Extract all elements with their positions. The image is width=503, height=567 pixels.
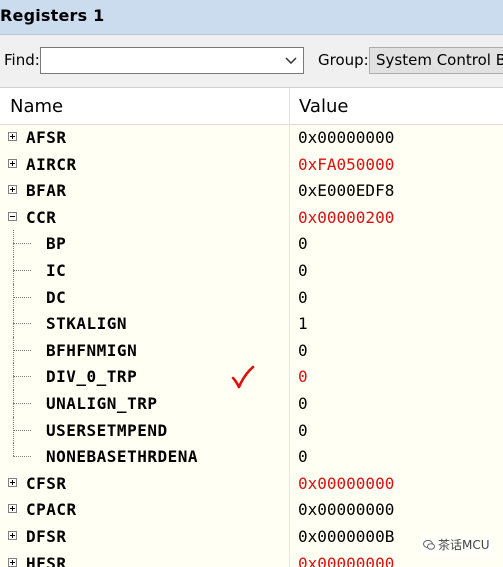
group-label: Group: [318, 51, 369, 69]
tree-connector-line [13, 269, 31, 271]
bitfield-name: DC [46, 287, 67, 307]
register-name: CCR [26, 207, 57, 227]
window-titlebar: Registers 1 [0, 0, 503, 35]
register-grid: Name Value AFSR 0x00000000 AIRCR 0xFA050000… [0, 88, 503, 567]
expand-toggle-icon[interactable] [8, 185, 17, 195]
register-row[interactable]: CCR 0x00000200 [0, 204, 503, 231]
column-header-name[interactable]: Name [10, 96, 63, 117]
register-value[interactable]: 0xE000EDF8 [298, 181, 394, 200]
register-row[interactable]: DC 0 [0, 283, 503, 311]
watermark: 茶话MCU [420, 536, 493, 556]
register-value[interactable]: 0 [298, 288, 308, 307]
register-value[interactable]: 0x00000000 [298, 474, 394, 493]
register-value[interactable]: 0x00000000 [298, 128, 394, 147]
register-value[interactable]: 0 [298, 261, 308, 280]
expand-toggle-icon[interactable] [8, 504, 17, 514]
register-name: CPACR [26, 500, 77, 520]
tree-connector-line [13, 402, 31, 404]
tree-connector-line [13, 296, 31, 298]
bitfield-name: USERSETMPEND [46, 420, 168, 440]
register-value[interactable]: 0 [298, 447, 308, 466]
expand-toggle-icon[interactable] [8, 557, 17, 567]
bitfield-name: STKALIGN [46, 314, 128, 334]
register-name: HFSR [26, 553, 67, 567]
group-select[interactable]: System Control Bl [369, 47, 503, 74]
register-value[interactable]: 0 [298, 421, 308, 440]
register-row[interactable]: BFAR 0xE000EDF8 [0, 177, 503, 204]
register-value[interactable]: 0 [298, 341, 308, 360]
column-header-value[interactable]: Value [299, 96, 348, 117]
find-label: Find: [4, 51, 40, 69]
register-row[interactable]: NONEBASETHRDENA 0 [0, 443, 503, 470]
register-name: CFSR [26, 473, 67, 493]
register-row[interactable]: BFHFNMIGN 0 [0, 336, 503, 364]
register-value[interactable]: 0x00000000 [298, 500, 394, 519]
register-row[interactable]: UNALIGN_TRP 0 [0, 389, 503, 417]
register-row[interactable]: IC 0 [0, 256, 503, 284]
bitfield-name: UNALIGN_TRP [46, 393, 158, 413]
register-value[interactable]: 1 [298, 314, 308, 333]
register-row[interactable]: USERSETMPEND 0 [0, 416, 503, 444]
tree-connector-line [13, 443, 14, 457]
expand-toggle-icon[interactable] [8, 477, 17, 487]
register-value[interactable]: 0 [298, 394, 308, 413]
expand-toggle-icon[interactable] [8, 158, 17, 168]
bitfield-name: DIV_0_TRP [46, 367, 138, 387]
bitfield-name: BFHFNMIGN [46, 340, 138, 360]
register-rows: AFSR 0x00000000 AIRCR 0xFA050000 BFAR 0xE000E… [0, 124, 503, 567]
register-row[interactable]: AFSR 0x00000000 [0, 124, 503, 151]
register-value[interactable]: 0x00000000 [298, 554, 394, 567]
register-row[interactable]: CFSR 0x00000000 [0, 470, 503, 497]
register-row[interactable]: BP 0 [0, 230, 503, 257]
register-row[interactable]: CPACR 0x00000000 [0, 496, 503, 523]
register-value[interactable]: 0x0000000B [298, 527, 394, 546]
tree-connector-line [13, 243, 31, 245]
watermark-text: 茶话MCU [438, 538, 490, 552]
tree-connector-line [13, 429, 31, 431]
bitfield-name: IC [46, 260, 67, 280]
register-row[interactable]: AIRCR 0xFA050000 [0, 151, 503, 178]
grid-header: Name Value [0, 88, 503, 125]
register-row[interactable]: STKALIGN 1 [0, 310, 503, 337]
registers-toolbar: Find: Group: System Control Bl [0, 35, 503, 88]
tree-connector-line [13, 456, 31, 458]
register-name: AIRCR [26, 154, 77, 174]
find-input[interactable] [40, 47, 304, 74]
tree-connector-line [13, 349, 31, 351]
red-checkmark-icon [231, 365, 255, 389]
bitfield-name: BP [46, 234, 67, 254]
expand-toggle-icon[interactable] [8, 132, 17, 141]
window-title: Registers 1 [0, 6, 105, 25]
register-value[interactable]: 0x00000200 [298, 208, 394, 227]
register-name: BFAR [26, 181, 67, 201]
collapse-toggle-icon[interactable] [8, 211, 17, 221]
register-name: DFSR [26, 526, 67, 546]
register-value[interactable]: 0xFA050000 [298, 155, 394, 174]
register-name: AFSR [26, 128, 67, 147]
wechat-icon [423, 539, 435, 550]
bitfield-name: NONEBASETHRDENA [46, 447, 198, 467]
register-value[interactable]: 0 [298, 234, 308, 253]
chevron-down-icon[interactable] [283, 52, 299, 68]
tree-connector-line [13, 376, 31, 378]
tree-connector-line [13, 323, 31, 325]
column-divider[interactable] [289, 88, 290, 124]
register-value[interactable]: 0 [298, 367, 308, 386]
expand-toggle-icon[interactable] [8, 530, 17, 540]
